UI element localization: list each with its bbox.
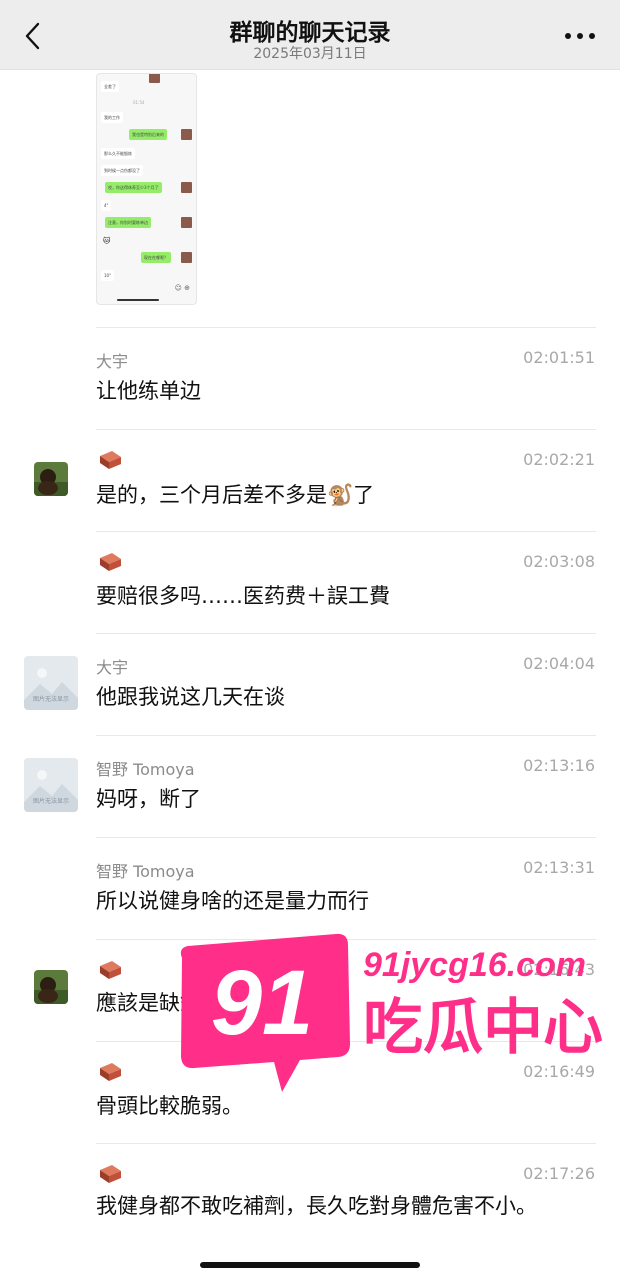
message-text: 让他练单边 [96,379,201,403]
message-text: 要赔很多吗……医药费＋誤工費 [96,584,390,608]
sender-name: 大宇 [96,658,129,677]
more-dots-icon[interactable] [560,22,600,50]
chat-screenshot-image[interactable]: 全差了 01:54 我的工作 我也是特别后来的 那么久不能锻炼 到时候一点伤都没… [96,73,197,305]
nav-header: 群聊的聊天记录 2025年03月11日 [0,0,620,70]
message-time: 02:01:51 [523,348,595,367]
thumb-input-icons: ☺ ⊕ [174,284,190,292]
watermark-number: 91 [211,952,313,1054]
avatar[interactable] [34,462,68,496]
brick-emoji-icon [100,961,121,979]
placeholder-caption: 图片无法显示 [32,696,69,703]
message-time: 02:04:04 [523,654,595,673]
message-time: 02:17:26 [523,1164,595,1183]
placeholder-caption: 图片无法显示 [32,798,69,805]
thumb-bubble: 我也是特别后来的 [129,129,167,140]
brick-emoji-icon [100,451,121,469]
chat-message[interactable]: 大宇 02:01:51 让他练单边 [0,328,620,430]
chat-message[interactable]: 02:03:08 要赔很多吗……医药费＋誤工費 [0,532,620,634]
thumb-bubble: 现在在哪呢？ [141,252,171,263]
message-text: 是的，三个月后差不多是🐒了 [96,483,375,507]
thumb-bubble: 注意，你别时要练单边 [105,217,151,228]
thumb-bubble: 4" [101,200,112,211]
message-text: 妈呀，断了 [96,787,201,811]
chat-message[interactable]: 智野 Tomoya 02:13:31 所以说健身啥的还是量力而行 [0,838,620,940]
sender-name: 智野 Tomoya [96,862,195,881]
avatar[interactable] [34,970,68,1004]
thumb-bubble: 哎，你这得休养至少3个月了 [105,182,162,193]
thumb-bubble: 10" [101,270,114,281]
watermark-url: 91jycg16.com [363,946,586,984]
message-time: 02:13:16 [523,756,595,775]
thumb-bubble: 到时候一点伤都没了 [101,165,143,176]
thumb-bubble: 我的工作 [101,112,123,123]
avatar[interactable]: 图片无法显示 [24,758,78,812]
sender-name: 智野 Tomoya [96,760,195,779]
thumb-bubble: 全差了 [101,81,119,92]
brick-emoji-icon [100,1063,121,1081]
watermark-name: 吃瓜中心 [363,993,603,1063]
chat-message[interactable]: 图片无法显示 大宇 02:04:04 他跟我说这几天在谈 [0,634,620,736]
sender-name: 大宇 [96,352,129,371]
watermark: 91 91jycg16.com 吃瓜中心 [170,926,610,1096]
thumb-bubble: 那么久不能锻炼 [101,148,135,159]
message-time: 02:13:31 [523,858,595,877]
avatar[interactable]: 图片无法显示 [24,656,78,710]
brick-emoji-icon [100,1165,121,1183]
chat-message[interactable]: 图片无法显示 智野 Tomoya 02:13:16 妈呀，断了 [0,736,620,838]
message-time: 02:03:08 [523,552,595,571]
message-text: 所以说健身啥的还是量力而行 [96,889,369,913]
home-indicator [200,1262,420,1268]
chat-message[interactable]: 02:17:26 我健身都不敢吃補劑，長久吃對身體危害不小。 [0,1144,620,1264]
page-subtitle-date: 2025年03月11日 [253,46,367,62]
message-text: 我健身都不敢吃補劑，長久吃對身體危害不小。 [96,1194,537,1218]
brick-emoji-icon [100,553,121,571]
chat-message[interactable]: 02:02:21 是的，三个月后差不多是🐒了 [0,430,620,532]
message-text: 他跟我说这几天在谈 [96,685,285,709]
thumb-timestamp: 01:54 [133,100,145,105]
page-title: 群聊的聊天记录 [229,20,391,46]
watermark-logo-icon: 91 91jycg16.com 吃瓜中心 [180,933,603,1092]
message-time: 02:02:21 [523,450,595,469]
